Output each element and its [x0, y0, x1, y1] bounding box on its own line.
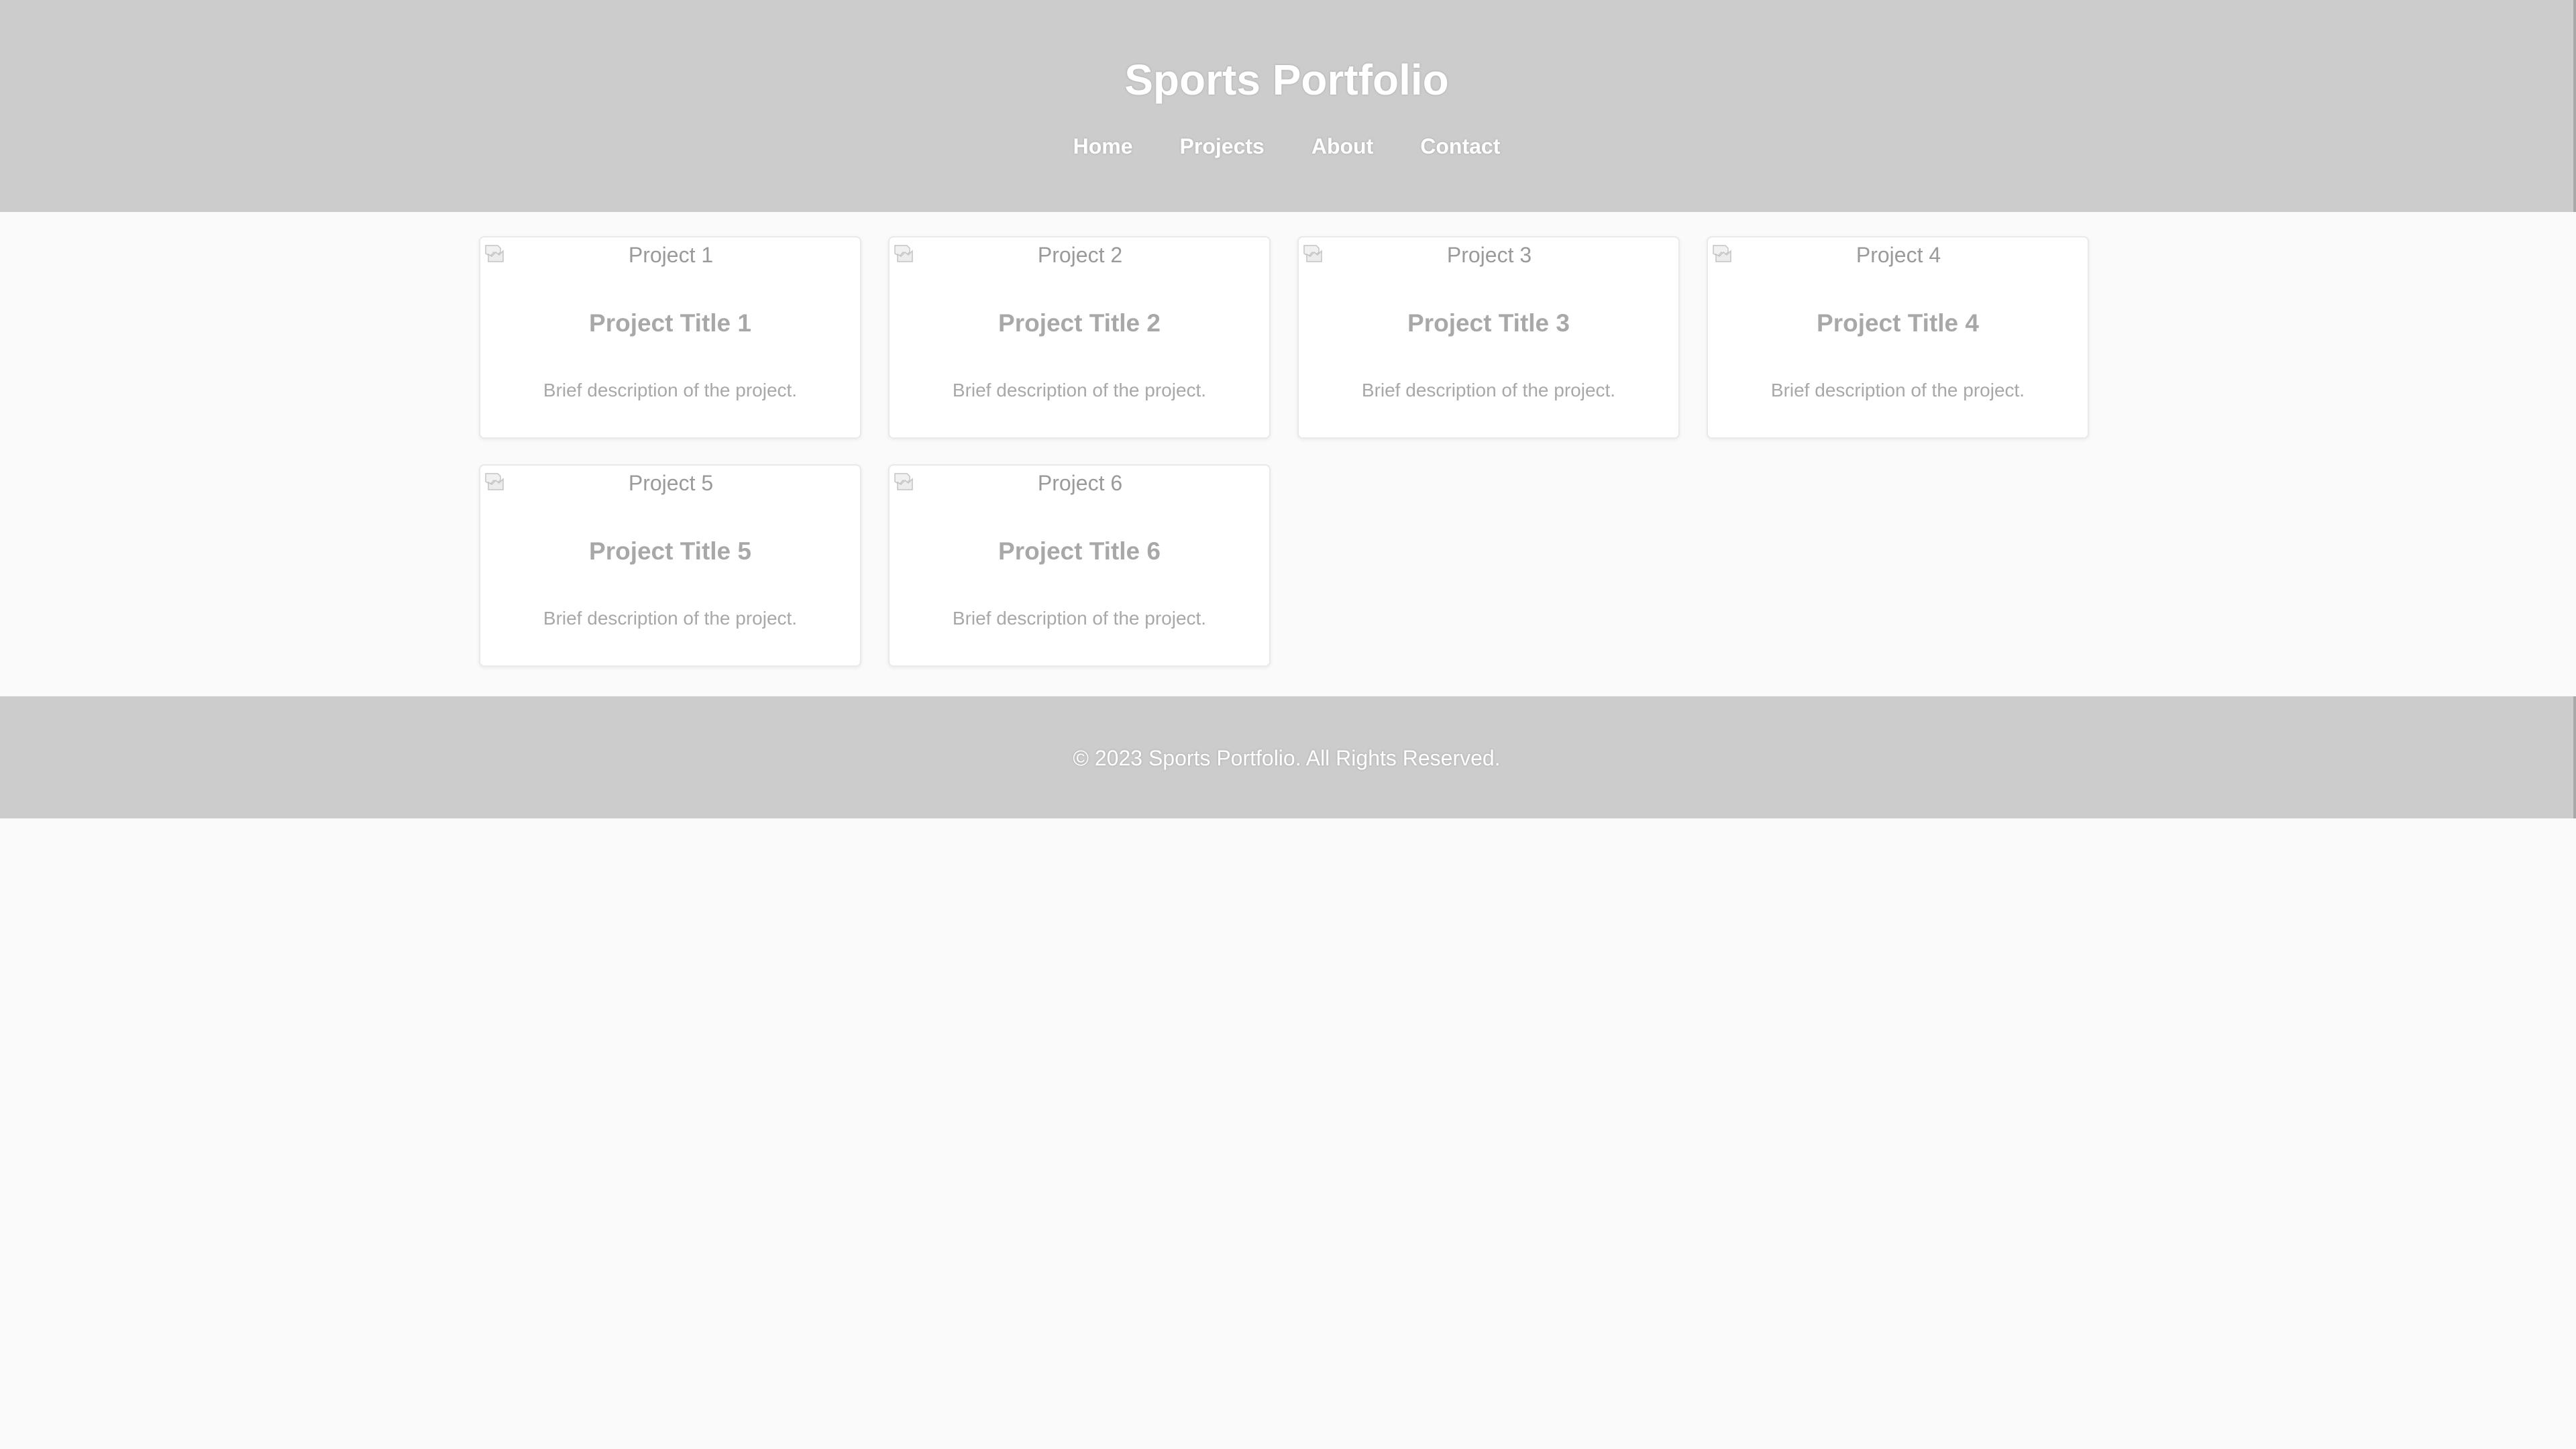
project-card-6[interactable]: Project 6 Project Title 6 Brief descript… [888, 464, 1271, 667]
nav-link-home[interactable]: Home [1073, 131, 1133, 161]
broken-image-icon [894, 245, 913, 262]
project-description: Brief description of the project. [1361, 380, 1616, 400]
project-card-5[interactable]: Project 5 Project Title 5 Brief descript… [479, 464, 861, 667]
nav-link-contact[interactable]: Contact [1420, 131, 1500, 161]
project-image-alt: Project 1 [628, 243, 714, 267]
site-footer: © 2023 Sports Portfolio. All Rights Rese… [0, 696, 2576, 818]
project-card-3[interactable]: Project 3 Project Title 3 Brief descript… [1297, 236, 1680, 439]
project-card-2[interactable]: Project 2 Project Title 2 Brief descript… [888, 236, 1271, 439]
nav-link-projects[interactable]: Projects [1180, 131, 1265, 161]
project-title: Project Title 1 [589, 309, 751, 337]
broken-image-icon [1713, 245, 1731, 262]
site-header: Sports Portfolio Home Projects About Con… [0, 0, 2576, 212]
project-title: Project Title 5 [589, 537, 751, 565]
footer-copyright: © 2023 Sports Portfolio. All Rights Rese… [1073, 746, 1501, 770]
site-title: Sports Portfolio [1124, 56, 1449, 104]
project-image-alt: Project 6 [1037, 471, 1123, 495]
project-image-alt: Project 5 [628, 471, 714, 495]
project-image: Project 1 [482, 241, 860, 268]
project-card-1[interactable]: Project 1 Project Title 1 Brief descript… [479, 236, 861, 439]
projects-grid: Project 1 Project Title 1 Brief descript… [479, 236, 2089, 667]
broken-image-icon [894, 473, 913, 490]
project-image-alt: Project 3 [1446, 243, 1532, 267]
project-description: Brief description of the project. [543, 380, 798, 400]
nav-link-about[interactable]: About [1311, 131, 1373, 161]
project-image: Project 5 [482, 470, 860, 496]
project-description: Brief description of the project. [952, 380, 1207, 400]
main-nav: Home Projects About Contact [0, 131, 2573, 161]
project-title: Project Title 2 [998, 309, 1161, 337]
project-image-alt: Project 4 [1856, 243, 1941, 267]
project-description: Brief description of the project. [543, 608, 798, 629]
project-title: Project Title 3 [1407, 309, 1570, 337]
project-description: Brief description of the project. [1770, 380, 2025, 400]
project-description: Brief description of the project. [952, 608, 1207, 629]
project-title: Project Title 4 [1817, 309, 1979, 337]
broken-image-icon [1303, 245, 1322, 262]
broken-image-icon [485, 245, 504, 262]
project-image: Project 6 [891, 470, 1269, 496]
project-image-alt: Project 2 [1037, 243, 1123, 267]
project-card-4[interactable]: Project 4 Project Title 4 Brief descript… [1707, 236, 2089, 439]
project-image: Project 4 [1709, 241, 2088, 268]
project-image: Project 3 [1300, 241, 1678, 268]
project-title: Project Title 6 [998, 537, 1161, 565]
project-image: Project 2 [891, 241, 1269, 268]
broken-image-icon [485, 473, 504, 490]
